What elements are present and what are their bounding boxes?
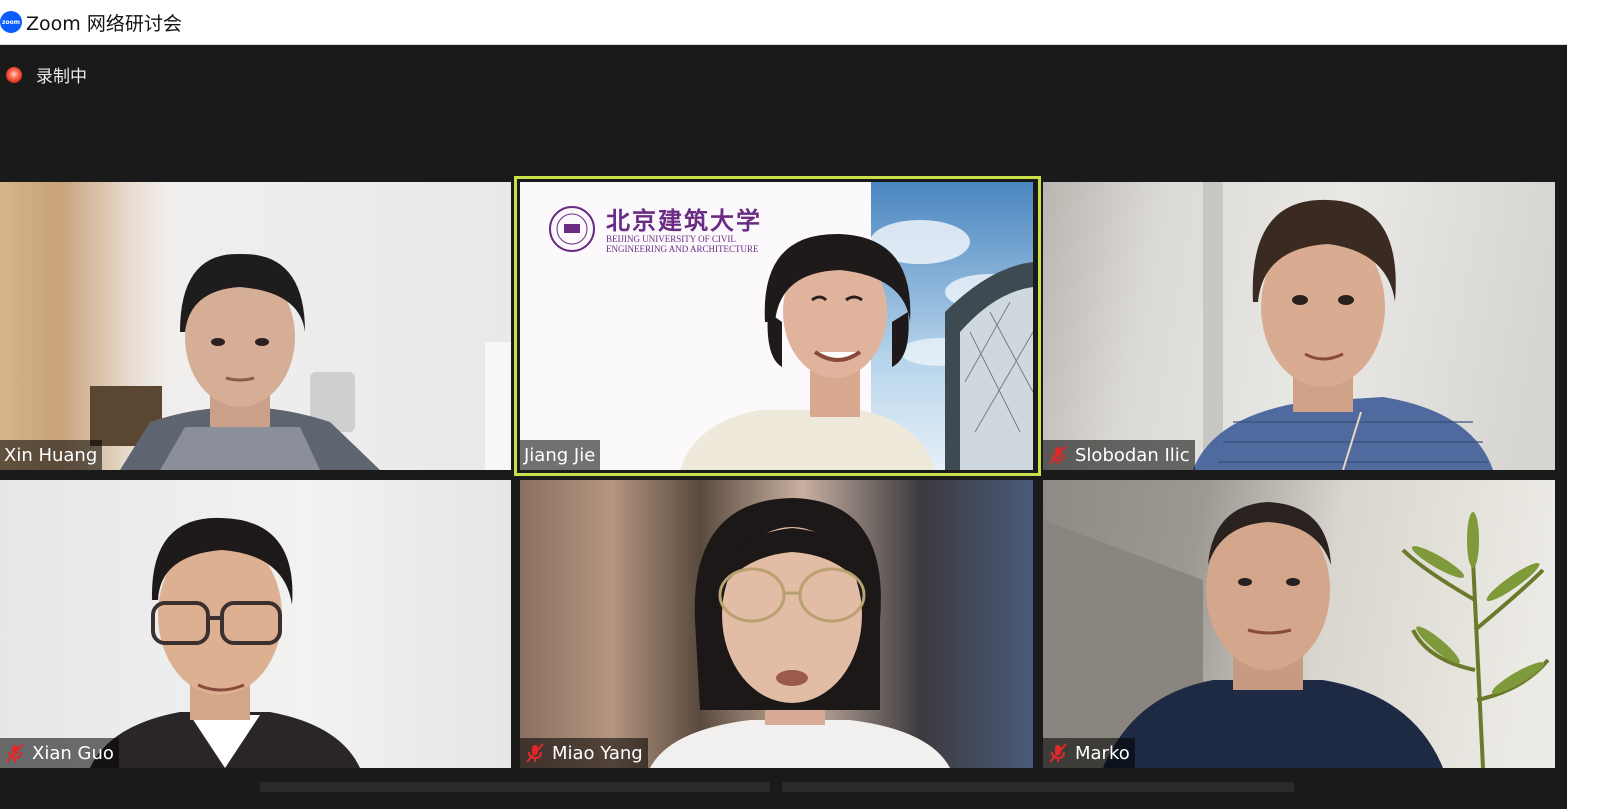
participant-name: Jiang Jie — [524, 444, 596, 466]
video-tile-jiang-jie[interactable]: 北京建筑大学 BEIJING UNIVERSITY OF CIVIL ENGIN… — [520, 182, 1033, 470]
video-tile-slobodan-ilic[interactable]: Slobodan Ilic — [1043, 182, 1555, 470]
mic-muted-icon — [1049, 743, 1067, 763]
participant-name: Slobodan Ilic — [1075, 444, 1190, 466]
video-tile-next-row — [782, 782, 1294, 792]
recording-indicator[interactable]: 录制中 — [6, 62, 87, 87]
video-tile-miao-yang[interactable]: Miao Yang — [520, 480, 1033, 768]
window-title: Zoom 网络研讨会 — [26, 12, 182, 35]
zoom-logo-icon: zoom — [0, 11, 22, 33]
recording-label: 录制中 — [36, 67, 87, 87]
participant-video — [650, 498, 950, 768]
participant-video — [1043, 502, 1550, 768]
video-tile-marko[interactable]: Marko — [1043, 480, 1555, 768]
video-tile-xin-huang[interactable]: Xin Huang — [0, 182, 511, 470]
mic-muted-icon — [6, 743, 24, 763]
participant-name-tag: Miao Yang — [520, 738, 648, 768]
participant-name: Marko — [1075, 742, 1130, 764]
participant-name-tag: Xian Guo — [0, 738, 119, 768]
video-tile-next-row — [260, 782, 770, 792]
participant-video — [90, 253, 511, 470]
university-name-en-1: BEIJING UNIVERSITY OF CIVIL — [606, 234, 736, 244]
university-name-cn: 北京建筑大学 — [606, 206, 762, 235]
participant-video — [549, 182, 1033, 470]
participant-name-tag: Xin Huang — [0, 440, 103, 470]
participant-name-tag: Marko — [1043, 738, 1135, 768]
mic-muted-icon — [1049, 445, 1067, 465]
participant-name-tag: Jiang Jie — [520, 440, 601, 470]
window-edge — [1567, 44, 1613, 809]
participant-name: Miao Yang — [552, 742, 643, 764]
recording-dot-icon — [6, 66, 22, 83]
participant-name: Xin Huang — [4, 444, 98, 466]
participant-name: Xian Guo — [32, 742, 114, 764]
mic-muted-icon — [526, 743, 544, 763]
participant-video — [1193, 182, 1493, 470]
participant-name-tag: Slobodan Ilic — [1043, 440, 1195, 470]
university-name-en-2: ENGINEERING AND ARCHITECTURE — [606, 244, 759, 254]
window-titlebar: zoom Zoom 网络研讨会 — [0, 0, 1613, 45]
video-tile-xian-guo[interactable]: Xian Guo — [0, 480, 511, 768]
participant-video — [90, 517, 360, 768]
university-banner: 北京建筑大学 BEIJING UNIVERSITY OF CIVIL ENGIN… — [606, 206, 762, 255]
